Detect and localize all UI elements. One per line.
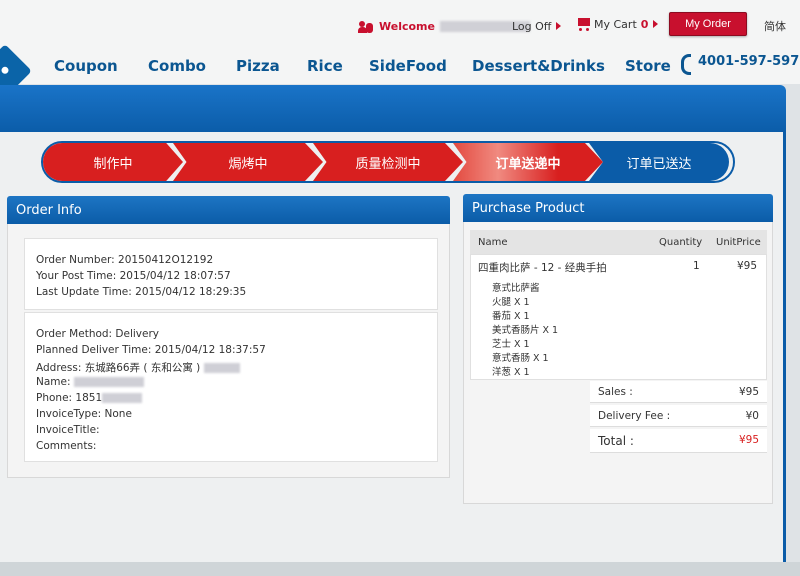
welcome-area: Welcome — [358, 20, 530, 33]
total-row: Total : ¥95 — [590, 429, 767, 453]
progress-step-making: 制作中 — [43, 143, 183, 181]
product-price: ¥95 — [737, 260, 758, 272]
progress-step-delivering: 订单送递中 — [453, 143, 603, 181]
col-name: Name — [478, 237, 508, 248]
phone-icon — [679, 53, 694, 75]
nav-coupon[interactable]: Coupon — [54, 57, 118, 75]
col-unitprice: UnitPrice — [716, 237, 761, 248]
delivery-fee-value: ¥0 — [745, 410, 759, 422]
sales-label: Sales : — [598, 386, 633, 398]
post-time: Your Post Time: 2015/04/12 18:07:57 — [36, 270, 231, 282]
progress-step-delivered: 订单已送达 — [589, 143, 729, 181]
name-row: Name: — [36, 376, 144, 388]
total-value: ¥95 — [738, 434, 759, 446]
topping-item: 洋葱 X 1 — [492, 367, 530, 378]
order-progress: 制作中 焗烤中 质量检测中 订单送递中 订单已送达 — [43, 143, 733, 181]
welcome-label: Welcome — [379, 20, 435, 33]
address: Address: 东城路66弄 ( 东和公寓 ) — [36, 362, 201, 374]
sales-value: ¥95 — [738, 386, 759, 398]
address-redacted — [203, 363, 240, 373]
total-label: Total : — [598, 434, 634, 448]
topping-item: 美式香肠片 X 1 — [492, 325, 559, 336]
order-number: Order Number: 20150412O12192 — [36, 254, 214, 266]
customer-name: Name: — [36, 376, 71, 388]
language-switch[interactable]: 简体 — [764, 18, 786, 34]
address-row: Address: 东城路66弄 ( 东和公寓 ) — [36, 360, 240, 375]
my-order-button[interactable]: My Order — [669, 12, 747, 36]
topping-item: 意式香肠 X 1 — [492, 353, 549, 364]
nav-pizza[interactable]: Pizza — [236, 57, 280, 75]
planned-deliver-time: Planned Deliver Time: 2015/04/12 18:37:5… — [36, 344, 266, 356]
nav-dessert-drinks[interactable]: Dessert&Drinks — [472, 57, 605, 75]
phone-row: Phone: 1851 — [36, 392, 143, 404]
phone-redacted — [102, 393, 143, 403]
phone-number: 4001-597-597 — [679, 53, 799, 75]
update-time: Last Update Time: 2015/04/12 18:29:35 — [36, 286, 247, 298]
arrow-right-icon — [556, 22, 562, 30]
cart-count: 0 — [640, 17, 649, 31]
invoice-type: InvoiceType: None — [36, 408, 132, 420]
log-off-link[interactable]: Log Off — [512, 20, 562, 33]
name-redacted — [73, 377, 144, 387]
user-icon — [358, 20, 374, 33]
blue-banner — [0, 85, 786, 133]
nav-sidefood[interactable]: SideFood — [369, 57, 447, 75]
nav-combo[interactable]: Combo — [148, 57, 206, 75]
col-quantity: Quantity — [659, 237, 703, 248]
progress-step-baking: 焗烤中 — [173, 143, 323, 181]
my-cart-link[interactable]: My Cart 0 — [575, 17, 659, 31]
order-info-title: Order Info — [7, 196, 450, 224]
product-name: 四重肉比萨 - 12 - 经典手拍 — [478, 262, 607, 274]
cart-label: My Cart — [594, 17, 637, 31]
purchase-title: Purchase Product — [463, 194, 773, 222]
sales-row: Sales : ¥95 — [590, 381, 767, 403]
comments: Comments: — [36, 440, 97, 452]
cart-icon — [575, 17, 592, 31]
topping-item: 芝士 X 1 — [492, 339, 530, 350]
delivery-fee-row: Delivery Fee : ¥0 — [590, 405, 767, 427]
order-method: Order Method: Delivery — [36, 328, 160, 340]
topping-item: 番茄 X 1 — [492, 311, 530, 322]
bottom-strip — [0, 562, 800, 576]
delivery-fee-label: Delivery Fee : — [598, 410, 671, 422]
progress-step-quality-check: 质量检测中 — [313, 143, 463, 181]
customer-phone: Phone: 1851 — [36, 392, 103, 404]
arrow-right-icon — [653, 20, 659, 28]
nav-store[interactable]: Store — [625, 57, 671, 75]
topping-item: 意式比萨酱 — [492, 283, 540, 294]
invoice-title: InvoiceTitle: — [36, 424, 100, 436]
product-quantity: 1 — [693, 260, 700, 272]
nav-rice[interactable]: Rice — [307, 57, 343, 75]
topping-item: 火腿 X 1 — [492, 297, 530, 308]
